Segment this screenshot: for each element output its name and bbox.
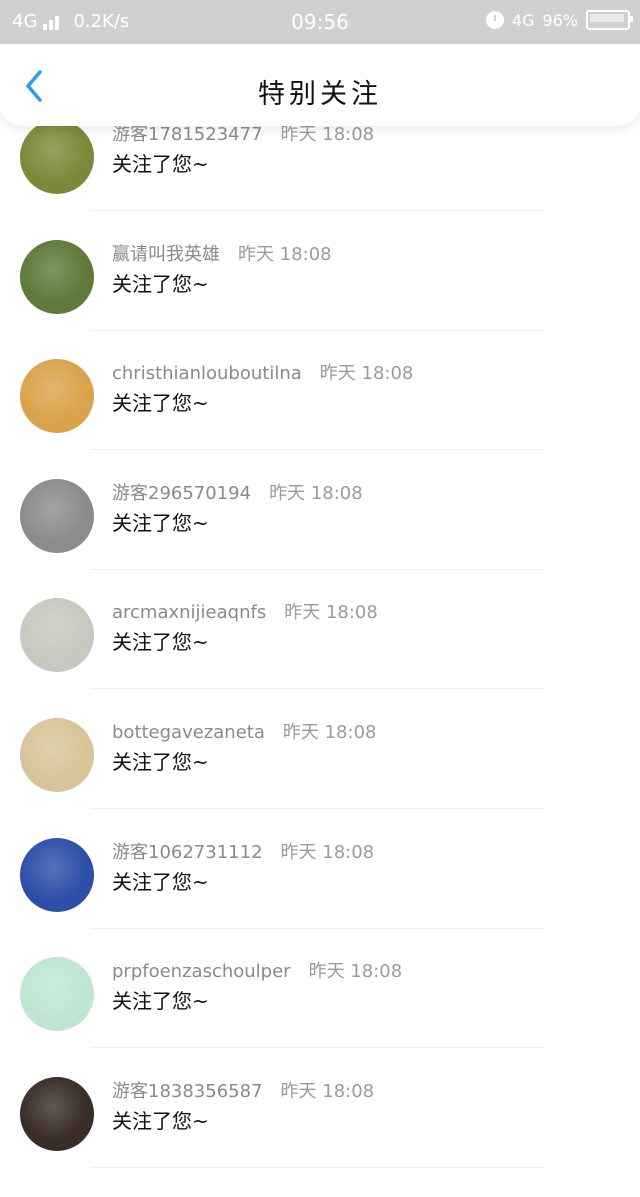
- timestamp-time: 18:08: [325, 602, 378, 624]
- timestamp-time: 18:08: [310, 482, 363, 504]
- timestamp-day: 昨天: [284, 602, 321, 624]
- timestamp: 昨天 18:08: [309, 957, 403, 983]
- avatar[interactable]: [20, 1076, 94, 1151]
- user-name[interactable]: 游客296570194: [112, 479, 251, 505]
- divider: [90, 808, 545, 809]
- avatar[interactable]: [20, 120, 94, 194]
- divider: [90, 329, 545, 331]
- timestamp-time: 18:08: [322, 841, 375, 863]
- divider: [90, 1047, 545, 1049]
- timestamp-day: 昨天: [280, 124, 317, 145]
- divider: [90, 1166, 545, 1168]
- timestamp-day: 昨天: [280, 1080, 317, 1102]
- item-meta: christhianlouboutilna 昨天 18:08: [112, 359, 413, 385]
- user-name[interactable]: prpfoenzaschoulper: [112, 961, 291, 982]
- list-item[interactable]: 游客1781523477 昨天 18:08 关注了您~: [0, 120, 640, 240]
- list-item[interactable]: prpfoenzaschoulper 昨天 18:08 关注了您~: [0, 957, 640, 1077]
- user-name[interactable]: 游客1062731112: [112, 838, 263, 864]
- list-item[interactable]: bottegavezaneta 昨天 18:08 关注了您~: [0, 718, 640, 838]
- status-right: 4G 96%: [485, 10, 633, 30]
- timestamp: 昨天 18:08: [320, 359, 414, 385]
- item-meta: 赢请叫我英雄 昨天 18:08: [112, 240, 332, 266]
- user-name[interactable]: arcmaxnijieaqnfs: [112, 602, 266, 623]
- list-item[interactable]: 游客1062731112 昨天 18:08 关注了您~: [0, 837, 640, 958]
- divider: [90, 568, 545, 570]
- timestamp-day: 昨天: [319, 363, 356, 385]
- follow-message: 关注了您~: [112, 869, 209, 894]
- follow-message: 关注了您~: [112, 989, 209, 1014]
- timestamp: 昨天 18:08: [281, 1077, 375, 1103]
- item-meta: 游客296570194 昨天 18:08: [112, 479, 363, 505]
- timestamp-day: 昨天: [269, 482, 306, 504]
- timestamp-time: 18:08: [279, 243, 332, 265]
- network-label-right: 4G: [511, 10, 535, 30]
- battery-percent: 96%: [542, 10, 578, 30]
- divider: [90, 927, 545, 929]
- app-header: 特别关注: [0, 44, 640, 126]
- timestamp-time: 18:08: [322, 1080, 375, 1102]
- avatar[interactable]: [20, 957, 94, 1032]
- user-name[interactable]: 游客1838356587: [112, 1077, 263, 1103]
- battery-icon: [586, 10, 633, 30]
- alarm-icon: [485, 11, 504, 29]
- timestamp-time: 18:08: [322, 124, 375, 145]
- avatar[interactable]: [20, 598, 94, 673]
- timestamp: 昨天 18:08: [269, 479, 363, 505]
- divider: [90, 688, 545, 690]
- timestamp-day: 昨天: [282, 722, 319, 743]
- follow-message: 关注了您~: [112, 630, 209, 655]
- timestamp-time: 18:08: [361, 363, 414, 385]
- follow-message: 关注了您~: [112, 391, 209, 416]
- timestamp: 昨天 18:08: [238, 240, 332, 266]
- list-item[interactable]: arcmaxnijieaqnfs 昨天 18:08 关注了您~: [0, 598, 640, 718]
- timestamp-day: 昨天: [280, 841, 317, 863]
- user-name[interactable]: christhianlouboutilna: [112, 363, 302, 384]
- follow-message: 关注了您~: [112, 510, 209, 535]
- list-item[interactable]: 游客296570194 昨天 18:08 关注了您~: [0, 478, 640, 599]
- item-meta: prpfoenzaschoulper 昨天 18:08: [112, 957, 402, 983]
- item-meta: 游客1838356587 昨天 18:08: [112, 1077, 374, 1103]
- timestamp-time: 18:08: [350, 961, 403, 983]
- avatar[interactable]: [20, 359, 94, 434]
- follow-message: 关注了您~: [112, 152, 209, 176]
- timestamp: 昨天 18:08: [284, 598, 378, 624]
- timestamp-day: 昨天: [308, 961, 345, 983]
- list-item[interactable]: 游客1838356587 昨天 18:08 关注了您~: [0, 1076, 640, 1197]
- timestamp-day: 昨天: [238, 243, 274, 265]
- follow-message: 关注了您~: [112, 1108, 209, 1133]
- user-name[interactable]: 赢请叫我英雄: [112, 240, 220, 266]
- avatar[interactable]: [20, 837, 94, 912]
- list-item[interactable]: 赢请叫我英雄 昨天 18:08 关注了您~: [0, 239, 640, 360]
- timestamp: 昨天 18:08: [281, 838, 375, 864]
- item-meta: 游客1062731112 昨天 18:08: [112, 838, 374, 864]
- avatar[interactable]: [20, 478, 94, 553]
- avatar[interactable]: [20, 239, 94, 314]
- list-item[interactable]: christhianlouboutilna 昨天 18:08 关注了您~: [0, 359, 640, 479]
- divider: [90, 449, 545, 451]
- avatar[interactable]: [20, 718, 94, 792]
- timestamp: 昨天 18:08: [283, 718, 377, 744]
- timestamp-time: 18:08: [324, 722, 377, 743]
- follow-message: 关注了您~: [112, 750, 209, 774]
- item-meta: arcmaxnijieaqnfs 昨天 18:08: [112, 598, 378, 624]
- divider: [90, 210, 545, 211]
- user-name[interactable]: bottegavezaneta: [112, 722, 265, 743]
- follow-message: 关注了您~: [112, 271, 209, 296]
- status-bar: 4G 0.2K/s 09:56 4G 96%: [0, 0, 640, 44]
- item-meta: bottegavezaneta 昨天 18:08: [112, 718, 376, 744]
- page-title: 特别关注: [258, 79, 382, 110]
